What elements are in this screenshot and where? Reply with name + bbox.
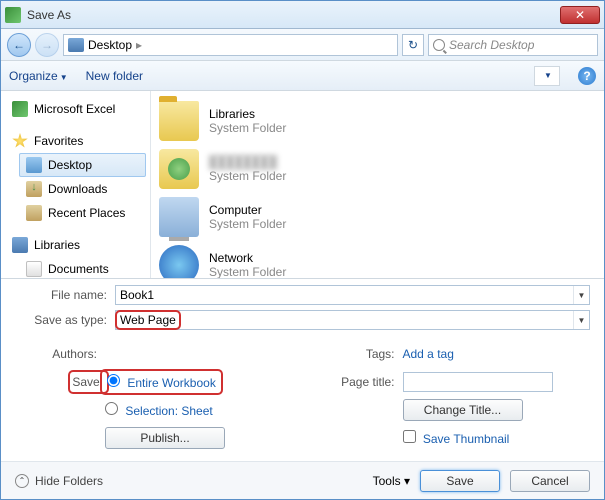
desktop-icon — [68, 38, 84, 52]
item-name: ████████ — [209, 155, 286, 169]
item-type: System Folder — [209, 169, 286, 183]
navigation-bar: ← → Desktop ▸ ↻ Search Desktop — [1, 29, 604, 61]
radio-selection-sheet[interactable]: Selection: Sheet — [105, 402, 213, 418]
change-title-button[interactable]: Change Title... — [403, 399, 523, 421]
checkbox-input[interactable] — [403, 430, 416, 443]
filename-label: File name: — [15, 288, 115, 302]
breadcrumb[interactable]: Desktop ▸ — [63, 34, 398, 56]
filetype-select[interactable]: Web Page ▼ — [115, 310, 590, 330]
page-title-label: Page title: — [313, 375, 403, 389]
organize-button[interactable]: Organize▼ — [9, 69, 68, 83]
cancel-button[interactable]: Cancel — [510, 470, 590, 492]
navigation-sidebar: Microsoft Excel Favorites Desktop Downlo… — [1, 91, 151, 278]
tools-button[interactable]: Tools ▾ — [373, 474, 410, 488]
radio-input[interactable] — [107, 374, 120, 387]
save-thumbnail-checkbox[interactable]: Save Thumbnail — [403, 430, 510, 446]
radio-entire-workbook[interactable]: Entire Workbook — [105, 372, 218, 392]
item-name: Network — [209, 251, 286, 265]
help-button[interactable]: ? — [578, 67, 596, 85]
chevron-down-icon: ▾ — [404, 474, 410, 488]
save-scope-label: Save: — [15, 373, 105, 391]
search-placeholder: Search Desktop — [449, 38, 534, 52]
chevron-down-icon[interactable]: ▼ — [573, 286, 589, 304]
sidebar-item-label: Downloads — [48, 182, 107, 196]
save-as-dialog: Save As ✕ ← → Desktop ▸ ↻ Search Desktop… — [0, 0, 605, 500]
chevron-up-icon: ⌃ — [15, 474, 29, 488]
item-name: Computer — [209, 203, 286, 217]
item-type: System Folder — [209, 217, 286, 231]
filename-value: Book1 — [120, 288, 154, 302]
radio-label: Selection: Sheet — [125, 404, 212, 418]
refresh-button[interactable]: ↻ — [402, 34, 424, 56]
add-tag-link[interactable]: Add a tag — [403, 347, 454, 361]
item-type: System Folder — [209, 265, 286, 278]
dialog-footer: ⌃ Hide Folders Tools ▾ Save Cancel — [1, 461, 604, 499]
titlebar[interactable]: Save As ✕ — [1, 1, 604, 29]
sidebar-item-label: Documents — [48, 262, 109, 276]
sidebar-item-recent[interactable]: Recent Places — [19, 201, 146, 225]
libraries-icon — [12, 237, 28, 253]
hide-folders-label: Hide Folders — [35, 474, 103, 488]
authors-label: Authors: — [15, 347, 105, 361]
breadcrumb-location: Desktop — [88, 38, 132, 52]
list-item[interactable]: Computer System Folder — [157, 193, 598, 241]
search-icon — [433, 39, 445, 51]
documents-icon — [26, 261, 42, 277]
sidebar-item-documents[interactable]: Documents — [19, 257, 146, 278]
favorites-icon — [12, 133, 28, 149]
save-form: File name: Book1 ▼ Save as type: Web Pag… — [1, 279, 604, 339]
search-input[interactable]: Search Desktop — [428, 34, 598, 56]
view-options-button[interactable]: ▼ — [534, 66, 560, 86]
downloads-icon — [26, 181, 42, 197]
sidebar-item-desktop[interactable]: Desktop — [19, 153, 146, 177]
libraries-folder-icon — [159, 101, 199, 141]
list-item[interactable]: Network System Folder — [157, 241, 598, 278]
radio-label: Entire Workbook — [127, 376, 215, 390]
excel-icon — [12, 101, 28, 117]
close-button[interactable]: ✕ — [560, 6, 600, 24]
save-options: Authors: Save: Entire Workbook — [1, 339, 604, 461]
list-item[interactable]: ████████ System Folder — [157, 145, 598, 193]
chevron-down-icon[interactable]: ▼ — [573, 311, 589, 329]
highlight-box: Web Page — [115, 310, 181, 330]
computer-icon — [159, 197, 199, 237]
item-name: Libraries — [209, 107, 286, 121]
toolbar: Organize▼ New folder ▼ ? — [1, 61, 604, 91]
sidebar-group-favorites[interactable]: Favorites — [5, 129, 146, 153]
window-title: Save As — [27, 8, 560, 22]
publish-button[interactable]: Publish... — [105, 427, 225, 449]
file-list[interactable]: Libraries System Folder ████████ System … — [151, 91, 604, 278]
page-title-input[interactable] — [403, 372, 553, 392]
network-icon — [159, 245, 199, 278]
forward-button: → — [35, 33, 59, 57]
sidebar-group-libraries[interactable]: Libraries — [5, 233, 146, 257]
sidebar-item-downloads[interactable]: Downloads — [19, 177, 146, 201]
radio-input[interactable] — [105, 402, 118, 415]
excel-app-icon — [5, 7, 21, 23]
filetype-label: Save as type: — [15, 313, 115, 327]
sidebar-group-label: Libraries — [34, 238, 80, 252]
hide-folders-button[interactable]: ⌃ Hide Folders — [15, 474, 103, 488]
recent-places-icon — [26, 205, 42, 221]
desktop-icon — [26, 157, 42, 173]
new-folder-button[interactable]: New folder — [86, 69, 143, 83]
filename-input[interactable]: Book1 ▼ — [115, 285, 590, 305]
sidebar-item-label: Recent Places — [48, 206, 125, 220]
sidebar-item-label: Desktop — [48, 158, 92, 172]
item-type: System Folder — [209, 121, 286, 135]
sidebar-group-label: Favorites — [34, 134, 83, 148]
save-button[interactable]: Save — [420, 470, 500, 492]
back-button[interactable]: ← — [7, 33, 31, 57]
list-item[interactable]: Libraries System Folder — [157, 97, 598, 145]
user-folder-icon — [159, 149, 199, 189]
sidebar-item-excel[interactable]: Microsoft Excel — [5, 97, 146, 121]
checkbox-label: Save Thumbnail — [423, 432, 510, 446]
tags-label: Tags: — [313, 347, 403, 361]
breadcrumb-separator: ▸ — [136, 38, 142, 52]
sidebar-item-label: Microsoft Excel — [34, 102, 115, 116]
filetype-value: Web Page — [120, 313, 176, 327]
